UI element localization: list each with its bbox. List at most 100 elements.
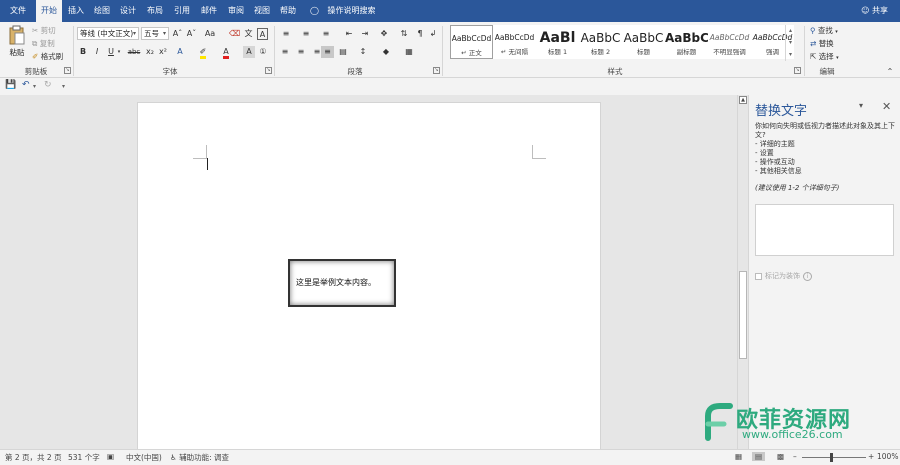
style-heading-2[interactable]: AaBbC 标题 2	[579, 25, 622, 59]
paste-button[interactable]: 粘贴	[6, 25, 28, 63]
tab-help[interactable]: 帮助	[276, 0, 300, 22]
underline-button[interactable]: U	[106, 46, 116, 58]
bullets-icon[interactable]: ≡	[279, 28, 293, 40]
tell-me-search[interactable]: ◯ 操作说明搜索	[310, 0, 376, 22]
subscript-button[interactable]: x₂	[145, 46, 155, 58]
superscript-button[interactable]: x²	[158, 46, 168, 58]
enclose-char-icon[interactable]: ①	[257, 46, 269, 58]
web-layout-icon[interactable]: ▩	[777, 452, 784, 461]
phonetic-guide-icon[interactable]: 文	[243, 28, 254, 40]
style-subtitle[interactable]: AaBbC 副标题	[665, 25, 708, 59]
increase-indent-icon[interactable]: ⇥	[359, 28, 371, 40]
multilevel-list-icon[interactable]: ≡	[319, 28, 333, 40]
tab-layout[interactable]: 布局	[143, 0, 167, 22]
paragraph-launcher-icon[interactable]: ↘	[433, 67, 440, 74]
language-status[interactable]: 中文(中国)	[126, 452, 162, 463]
shrink-font-icon[interactable]: Aˇ	[186, 28, 197, 40]
char-border-icon[interactable]: A	[257, 28, 268, 40]
numbering-icon[interactable]: ≡	[299, 28, 313, 40]
clear-format-icon[interactable]: ⌫	[229, 28, 240, 40]
proofing-icon[interactable]: ▣	[107, 452, 114, 461]
styles-launcher-icon[interactable]: ↘	[794, 67, 801, 74]
accessibility-status[interactable]: ♿ 辅助功能: 调查	[170, 452, 229, 463]
gallery-more-icon[interactable]: ▾	[786, 49, 795, 61]
save-icon[interactable]: 💾	[5, 80, 16, 90]
undo-icon[interactable]: ↶	[22, 80, 30, 90]
distributed-icon[interactable]: ▤	[337, 46, 349, 58]
tab-mailings[interactable]: 邮件	[197, 0, 221, 22]
copy-button[interactable]: ⧉ 复制	[32, 38, 55, 49]
alt-text-input[interactable]	[755, 204, 894, 256]
pilcrow-icon[interactable]: ¶	[414, 28, 426, 40]
borders-icon[interactable]: ▦	[403, 46, 415, 58]
customize-qat-icon[interactable]: ▾	[62, 83, 65, 90]
decrease-indent-icon[interactable]: ⇤	[343, 28, 355, 40]
align-left-icon[interactable]: ≡	[279, 46, 291, 58]
text-box[interactable]: 这里是举例文本内容。	[288, 259, 396, 307]
zoom-slider[interactable]	[802, 457, 866, 458]
sort-icon[interactable]: ⇅	[398, 28, 410, 40]
align-center-icon[interactable]: ≡	[295, 46, 307, 58]
tab-insert[interactable]: 插入	[64, 0, 88, 22]
chinese-layout-icon[interactable]: ✥	[378, 28, 390, 40]
find-button[interactable]: ⚲ 查找 ▾	[810, 25, 838, 36]
print-layout-icon[interactable]: ▤	[752, 452, 766, 461]
scroll-thumb[interactable]	[739, 271, 747, 359]
replace-button[interactable]: ⇄ 替换	[810, 38, 834, 49]
format-painter-button[interactable]: ✐ 格式刷	[32, 51, 63, 62]
zoom-out-icon[interactable]: –	[793, 452, 797, 461]
tab-view[interactable]: 视图	[250, 0, 274, 22]
tab-references[interactable]: 引用	[170, 0, 194, 22]
tab-design[interactable]: 设计	[116, 0, 140, 22]
italic-button[interactable]: I	[92, 46, 102, 58]
font-name-combo[interactable]: 等线 (中文正文) ▾	[77, 27, 139, 40]
mark-decorative-checkbox[interactable]: 标记为装饰 i	[755, 271, 812, 281]
tab-draw[interactable]: 绘图	[90, 0, 114, 22]
checkbox-icon[interactable]	[755, 272, 762, 280]
share-button[interactable]: ☺ 共享	[861, 0, 888, 22]
select-button[interactable]: ⇱ 选择 ▾	[810, 51, 839, 62]
style-subtle-emphasis[interactable]: AaBbCcDd 不明显强调	[708, 25, 751, 59]
info-icon[interactable]: i	[803, 272, 812, 281]
close-icon[interactable]: ✕	[882, 100, 891, 113]
change-case-button[interactable]: Aa	[202, 28, 218, 40]
chevron-down-icon[interactable]: ▾	[33, 83, 36, 90]
tab-home[interactable]: 开始	[36, 0, 62, 23]
scroll-up-icon[interactable]: ▲	[739, 96, 747, 104]
tab-review[interactable]: 审阅	[224, 0, 248, 22]
highlight-icon[interactable]: ✐	[197, 46, 209, 59]
gallery-scroll[interactable]: ▴ ▾ ▾	[785, 25, 795, 61]
shading-bucket-icon[interactable]: ◆	[380, 46, 392, 58]
style-heading-1[interactable]: AaBl 标题 1	[536, 25, 579, 59]
strikethrough-button[interactable]: abc	[127, 46, 141, 58]
font-launcher-icon[interactable]: ↘	[265, 67, 272, 74]
chevron-up-icon[interactable]: ▴	[786, 25, 795, 37]
pane-options-icon[interactable]: ▾	[859, 101, 863, 110]
read-mode-icon[interactable]: ▦	[735, 452, 742, 461]
text-effects-icon[interactable]: A	[174, 46, 186, 58]
grow-font-icon[interactable]: Aˆ	[172, 28, 183, 40]
collapse-ribbon-icon[interactable]: ⌃	[884, 66, 896, 78]
style-no-spacing[interactable]: AaBbCcDd ↵ 无间隔	[493, 25, 536, 59]
vertical-scrollbar[interactable]: ▲	[737, 95, 748, 449]
arrow-return-icon[interactable]: ↲	[428, 28, 438, 40]
zoom-level[interactable]: 100%	[877, 452, 898, 461]
chevron-down-icon[interactable]: ▾	[786, 37, 795, 49]
word-count[interactable]: 531 个字	[68, 452, 100, 463]
style-normal[interactable]: AaBbCcDd ↵ 正文	[450, 25, 493, 59]
char-shading-icon[interactable]: A	[243, 46, 255, 58]
zoom-in-icon[interactable]: +	[868, 452, 874, 461]
cut-button[interactable]: ✂ 剪切	[32, 25, 56, 36]
tab-file[interactable]: 文件	[4, 0, 32, 22]
redo-icon[interactable]: ↻	[44, 80, 52, 90]
font-size-combo[interactable]: 五号 ▾	[141, 27, 169, 40]
bold-button[interactable]: B	[78, 46, 88, 58]
chevron-down-icon[interactable]: ▾	[116, 46, 122, 58]
line-spacing-icon[interactable]: ↕	[357, 46, 369, 58]
font-color-icon[interactable]: A	[220, 46, 232, 59]
page-count[interactable]: 第 2 页，共 2 页	[5, 452, 62, 463]
justify-icon[interactable]: ≡	[321, 46, 334, 58]
document-page[interactable]: 这里是举例文本内容。	[137, 102, 601, 454]
zoom-slider-thumb[interactable]	[830, 453, 833, 462]
style-title[interactable]: AaBbC 标题	[622, 25, 665, 59]
